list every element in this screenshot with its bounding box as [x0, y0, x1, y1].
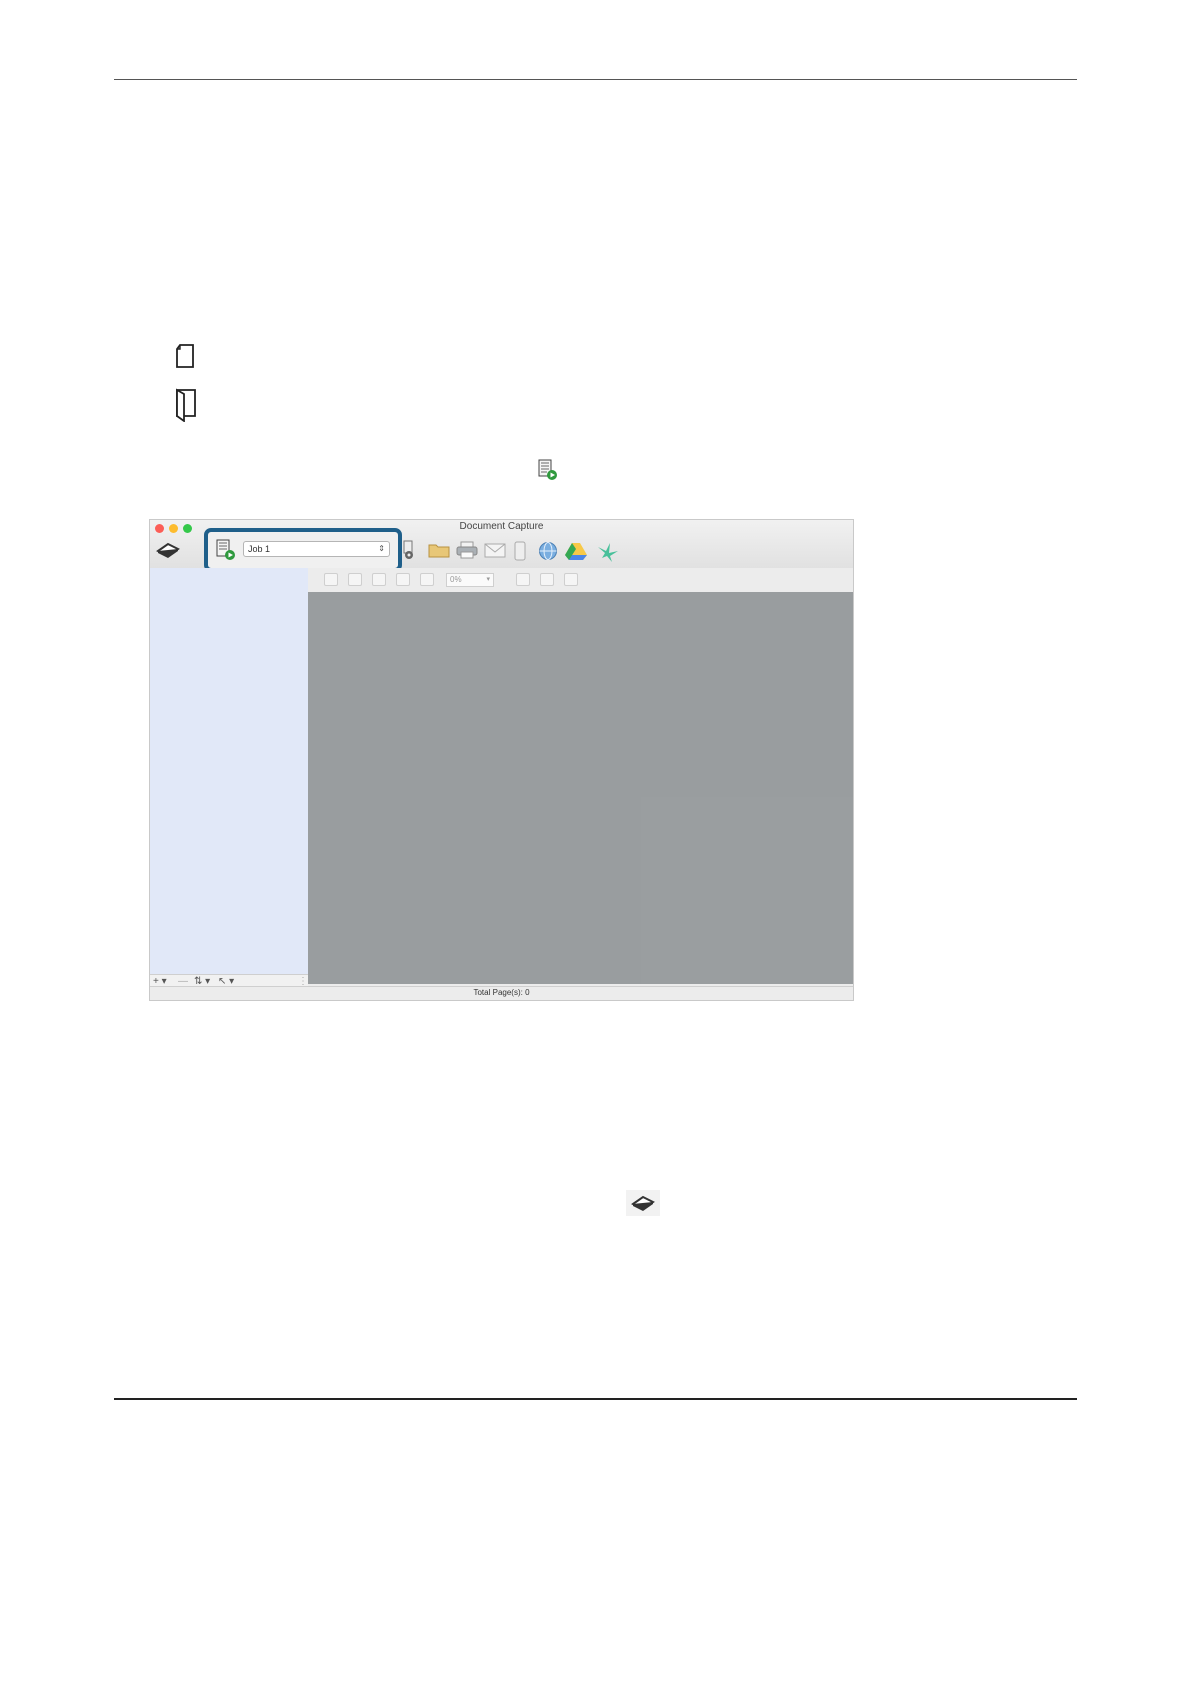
footer-rule [114, 1398, 1077, 1400]
page-thumbnail-sidebar[interactable] [150, 568, 308, 974]
rotate-right-icon[interactable] [540, 573, 554, 586]
scan-icon [626, 1190, 660, 1216]
job-selector-highlight: Job 1 ⇕ [204, 528, 402, 572]
job-settings-icon[interactable] [402, 539, 416, 561]
cloud-drive-icon[interactable] [564, 541, 588, 561]
header-rule [114, 79, 1077, 80]
printer-icon[interactable] [456, 541, 478, 559]
single-sided-document-icon [176, 344, 194, 368]
zoom-in-icon[interactable] [324, 573, 338, 586]
scan-job-icon [538, 459, 557, 480]
fit-width-icon[interactable] [396, 573, 410, 586]
folder-icon[interactable] [428, 541, 450, 559]
status-bar: Total Page(s): 0 [150, 986, 853, 1000]
page-preview-area[interactable] [308, 592, 853, 984]
scan-job-button-icon[interactable] [216, 539, 236, 561]
bird-icon[interactable] [596, 541, 620, 563]
double-sided-document-icon [176, 388, 196, 422]
actual-size-icon[interactable] [420, 573, 434, 586]
delete-page-icon[interactable] [564, 573, 578, 586]
zoom-level-value: 0% [450, 575, 462, 584]
chevron-down-icon: ▾ [486, 576, 490, 583]
zoom-out-icon[interactable] [348, 573, 362, 586]
scan-icon[interactable] [155, 540, 181, 560]
window-toolbar: Document Capture Job 1 ⇕ [150, 520, 853, 572]
job-select[interactable]: Job 1 ⇕ [243, 541, 390, 557]
document-capture-window: Document Capture Job 1 ⇕ 0% ▾ + ▾ — ⇅ ▾ … [149, 519, 854, 1001]
zoom-level-select[interactable]: 0% ▾ [446, 573, 494, 587]
view-toolbar: 0% ▾ [308, 568, 853, 592]
chevron-updown-icon: ⇕ [378, 544, 385, 553]
rotate-left-icon[interactable] [516, 573, 530, 586]
globe-icon[interactable] [538, 541, 558, 561]
mail-icon[interactable] [484, 541, 506, 559]
device-icon[interactable] [513, 541, 527, 561]
job-select-value: Job 1 [248, 544, 271, 554]
fit-page-icon[interactable] [372, 573, 386, 586]
